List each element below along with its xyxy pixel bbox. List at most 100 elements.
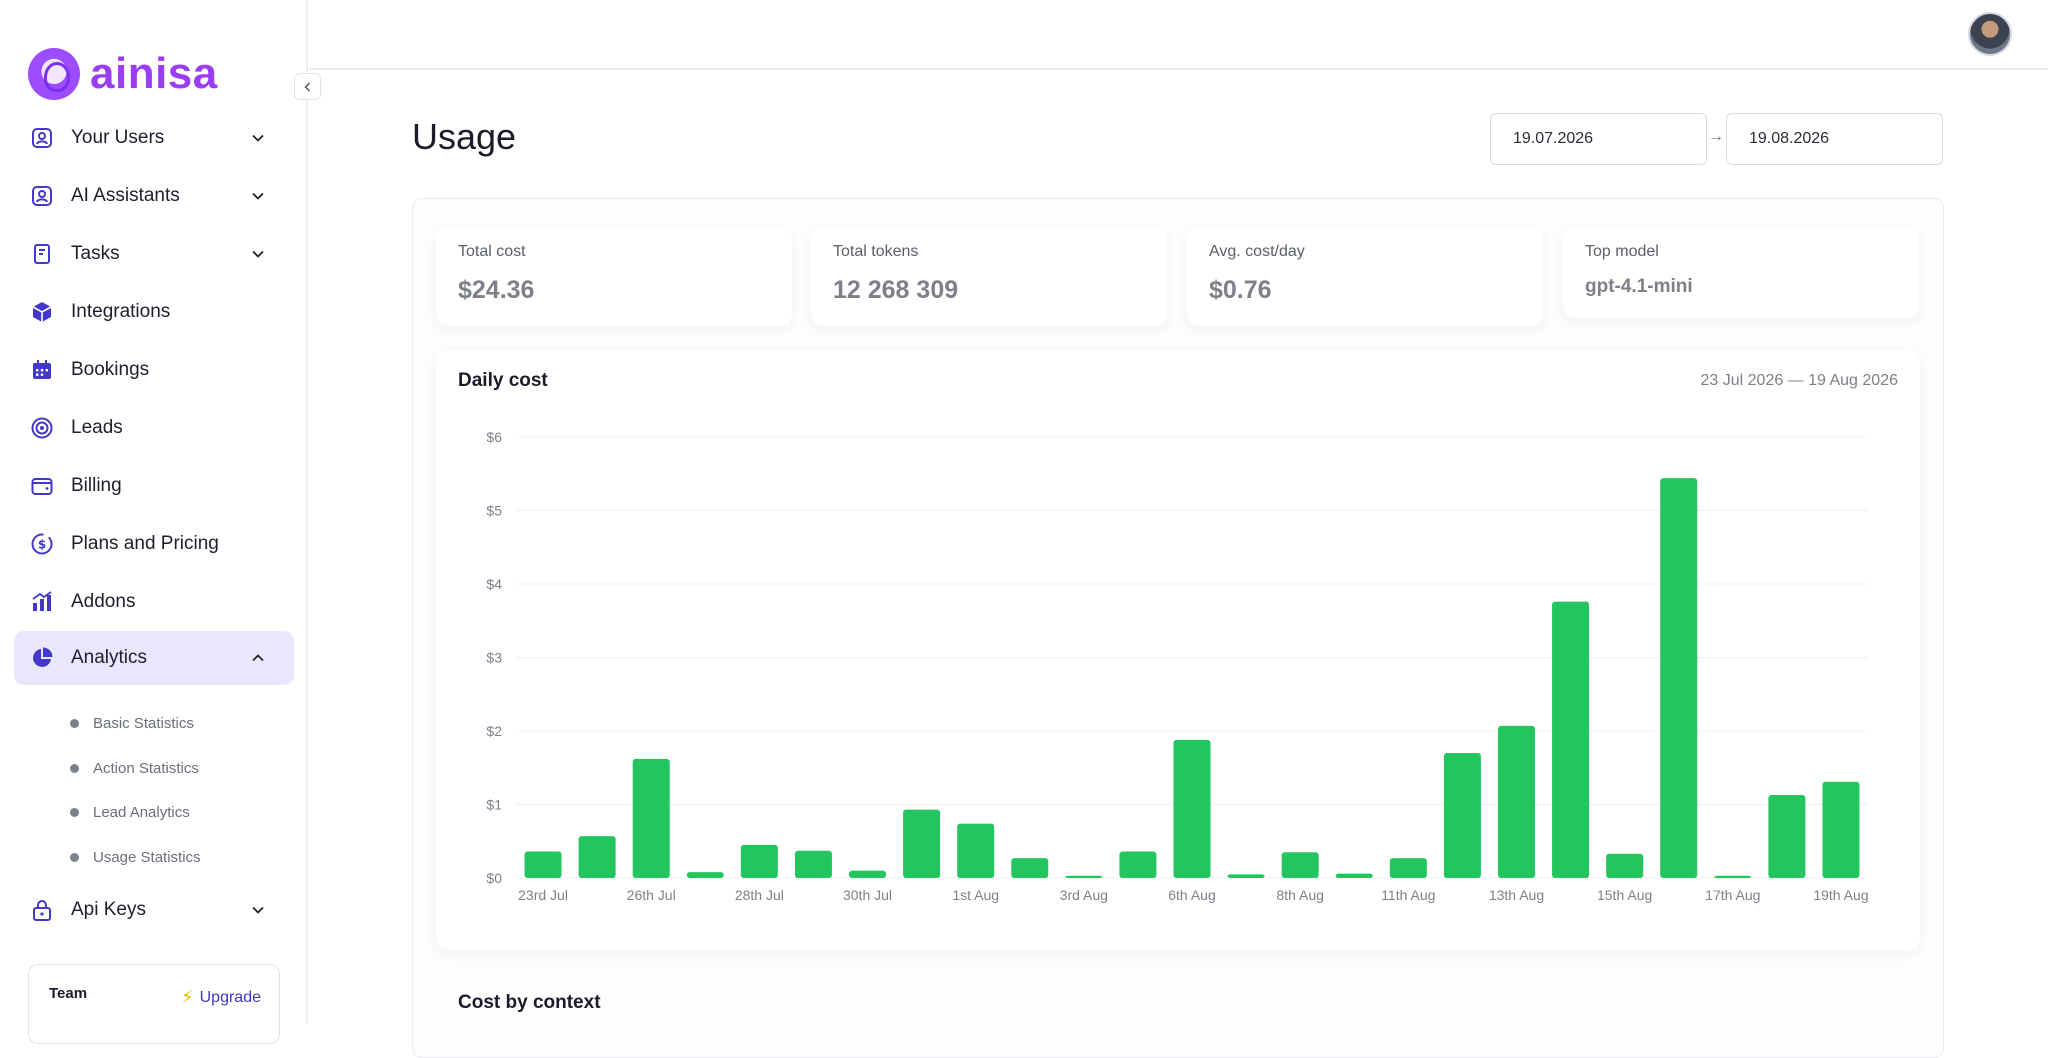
chevron-down-icon[interactable] bbox=[248, 186, 268, 206]
bar-15th-aug[interactable] bbox=[1606, 853, 1644, 878]
x-tick-label: 15th Aug bbox=[1597, 887, 1652, 903]
y-tick-label: $4 bbox=[486, 576, 502, 592]
y-tick-label: $5 bbox=[486, 503, 502, 519]
daily-cost-chart: $0 $1 $2 $3 $4 $5 $6 23rd Jul 26th Jul 28th Jul 30… bbox=[486, 429, 1868, 903]
bar-16th-aug[interactable] bbox=[1660, 478, 1698, 878]
y-tick-label: $0 bbox=[486, 870, 502, 886]
bar-2nd-aug[interactable] bbox=[1011, 858, 1049, 878]
chevron-up-icon[interactable] bbox=[248, 648, 268, 668]
bar-3rd-aug[interactable] bbox=[1065, 875, 1103, 878]
bar-1st-aug[interactable] bbox=[957, 823, 995, 878]
stat-card-total-cost: Total cost $24.36 bbox=[436, 226, 792, 326]
bar-4th-aug[interactable] bbox=[1119, 851, 1157, 878]
sidebar-item-addons[interactable]: Addons bbox=[14, 575, 294, 629]
bar-13th-aug[interactable] bbox=[1497, 725, 1535, 878]
bar-27th-jul[interactable] bbox=[686, 872, 724, 878]
sidebar-item-label: Addons bbox=[71, 591, 136, 612]
team-card: Team ⚡ Upgrade bbox=[28, 964, 280, 1044]
sidebar-item-plans-and-pricing[interactable]: $ Plans and Pricing bbox=[14, 517, 294, 571]
topbar bbox=[310, 0, 2048, 70]
sidebar-item-api-keys[interactable]: Api Keys bbox=[14, 883, 294, 937]
bar-7th-aug[interactable] bbox=[1227, 874, 1265, 878]
bullet-icon bbox=[70, 763, 79, 773]
sidebar-subitem-usage-statistics[interactable]: Usage Statistics bbox=[70, 845, 201, 869]
sidebar-item-label: Billing bbox=[71, 475, 122, 496]
sidebar-subitem-action-statistics[interactable]: Action Statistics bbox=[70, 756, 199, 780]
sidebar-item-label: Bookings bbox=[71, 359, 150, 380]
wallet-icon bbox=[29, 473, 55, 499]
sidebar-subitem-lead-analytics[interactable]: Lead Analytics bbox=[70, 800, 190, 824]
sidebar-item-label: Integrations bbox=[71, 301, 171, 322]
bar-9th-aug[interactable] bbox=[1335, 873, 1373, 878]
sidebar-item-label: Leads bbox=[71, 417, 123, 438]
brand-logo-icon bbox=[28, 48, 80, 100]
sidebar-item-ai-assistants[interactable]: AI Assistants bbox=[14, 169, 294, 223]
sidebar-subitem-label: Usage Statistics bbox=[93, 848, 201, 866]
sidebar-item-label: Api Keys bbox=[71, 899, 146, 920]
date-to-input[interactable]: 19.08.2026 bbox=[1726, 113, 1943, 165]
x-tick-label: 26th Jul bbox=[627, 887, 676, 903]
lock-icon bbox=[29, 897, 55, 923]
sidebar-item-label: Your Users bbox=[71, 127, 165, 148]
date-from-input[interactable]: 19.07.2026 bbox=[1490, 113, 1707, 165]
x-tick-label: 6th Aug bbox=[1168, 887, 1216, 903]
stat-value: 12 268 309 bbox=[833, 276, 959, 304]
x-tick-label: 30th Jul bbox=[843, 887, 892, 903]
y-tick-label: $3 bbox=[486, 650, 502, 666]
sidebar-subitem-basic-statistics[interactable]: Basic Statistics bbox=[70, 711, 194, 735]
stat-label: Total tokens bbox=[833, 243, 919, 260]
stat-card-total-tokens: Total tokens 12 268 309 bbox=[811, 226, 1167, 326]
avatar[interactable] bbox=[1968, 12, 2012, 56]
bullet-icon bbox=[70, 718, 79, 728]
stat-value: gpt-4.1-mini bbox=[1585, 276, 1693, 297]
bar-26th-jul[interactable] bbox=[632, 758, 670, 878]
bar-chart-icon bbox=[29, 589, 55, 615]
sidebar-item-billing[interactable]: Billing bbox=[14, 459, 294, 513]
bar-19th-aug[interactable] bbox=[1822, 781, 1860, 878]
team-name: Team bbox=[49, 985, 88, 1002]
sidebar-item-tasks[interactable]: Tasks bbox=[14, 227, 294, 281]
bar-30th-jul[interactable] bbox=[849, 870, 887, 878]
x-tick-label: 8th Aug bbox=[1276, 887, 1324, 903]
sidebar-item-your-users[interactable]: Your Users bbox=[14, 111, 294, 165]
bar-17th-aug[interactable] bbox=[1714, 875, 1752, 878]
bar-11th-aug[interactable] bbox=[1389, 858, 1427, 878]
chevron-down-icon[interactable] bbox=[248, 244, 268, 264]
sidebar-item-analytics[interactable]: Analytics bbox=[14, 631, 294, 685]
chevron-down-icon[interactable] bbox=[248, 900, 268, 920]
page-title: Usage bbox=[412, 116, 517, 157]
sidebar-item-integrations[interactable]: Integrations bbox=[14, 285, 294, 339]
stat-label: Total cost bbox=[458, 243, 526, 260]
chevron-down-icon[interactable] bbox=[248, 128, 268, 148]
upgrade-button[interactable]: ⚡ Upgrade bbox=[181, 987, 261, 1008]
brand-logo[interactable]: ainisa bbox=[28, 48, 218, 100]
sidebar-subitem-label: Basic Statistics bbox=[93, 714, 194, 732]
bar-23rd-jul[interactable] bbox=[524, 851, 562, 878]
bar-29th-jul[interactable] bbox=[794, 850, 832, 878]
stat-card-top-model: Top model gpt-4.1-mini bbox=[1563, 226, 1919, 318]
x-tick-label: 23rd Jul bbox=[518, 887, 568, 903]
user-badge-icon bbox=[29, 125, 55, 151]
sidebar: ainisa Your Users AI Assistants Tasks Integ… bbox=[0, 0, 308, 1044]
y-tick-label: $2 bbox=[486, 723, 502, 739]
sidebar-item-label: Tasks bbox=[71, 243, 120, 264]
sidebar-subitem-label: Action Statistics bbox=[93, 759, 199, 777]
sidebar-item-leads[interactable]: Leads bbox=[14, 401, 294, 455]
x-tick-label: 28th Jul bbox=[735, 887, 784, 903]
bar-8th-aug[interactable] bbox=[1281, 852, 1319, 878]
stat-label: Top model bbox=[1585, 243, 1659, 260]
bar-18th-aug[interactable] bbox=[1768, 794, 1806, 878]
arrow-right-icon: → bbox=[1708, 128, 1724, 145]
sidebar-collapse-button[interactable] bbox=[294, 73, 321, 100]
calendar-icon bbox=[29, 357, 55, 383]
sidebar-item-label: AI Assistants bbox=[71, 185, 180, 206]
bar-14th-aug[interactable] bbox=[1552, 601, 1590, 878]
bar-24th-jul[interactable] bbox=[578, 836, 616, 878]
bar-6th-aug[interactable] bbox=[1173, 739, 1211, 878]
sidebar-item-bookings[interactable]: Bookings bbox=[14, 343, 294, 397]
x-tick-label: 1st Aug bbox=[952, 887, 999, 903]
bar-12th-aug[interactable] bbox=[1443, 753, 1481, 878]
x-tick-label: 19th Aug bbox=[1813, 887, 1868, 903]
bar-31st-jul[interactable] bbox=[903, 809, 941, 878]
bar-28th-jul[interactable] bbox=[740, 844, 778, 878]
